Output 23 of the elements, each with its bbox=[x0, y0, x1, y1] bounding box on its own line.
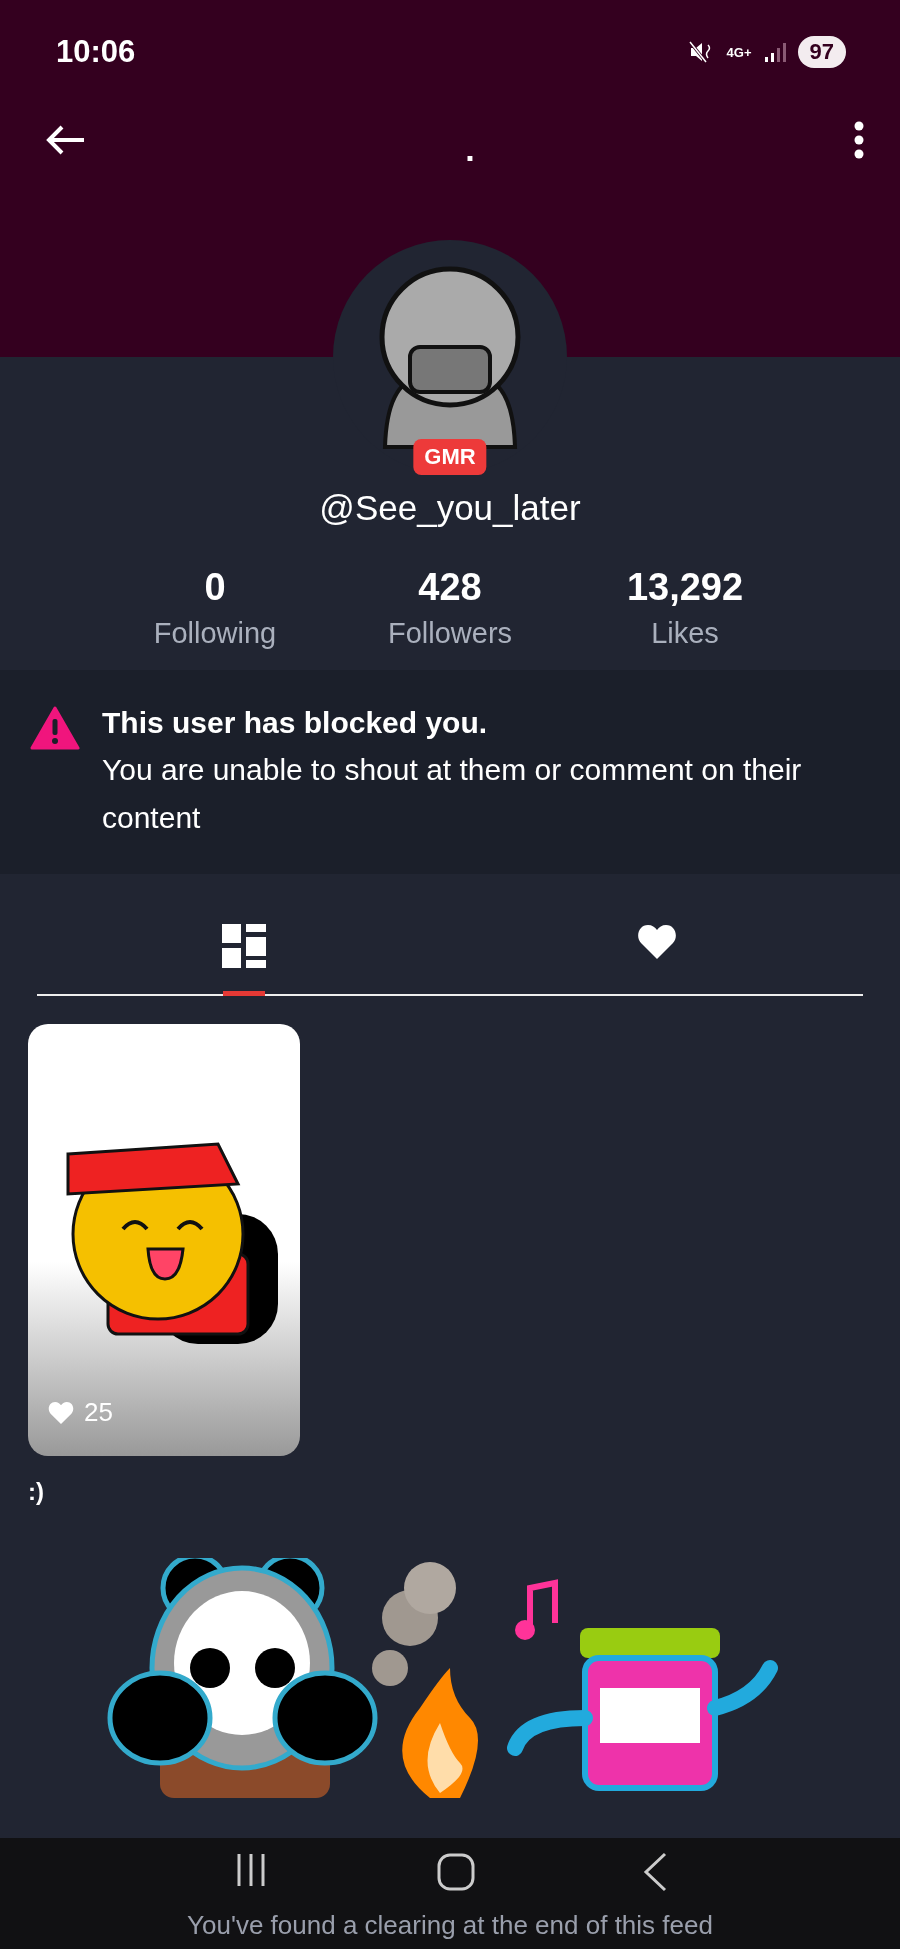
notice-message: You are unable to shout at them or comment on their content bbox=[102, 752, 802, 836]
post-caption: :) bbox=[28, 1478, 45, 1506]
feed-end-message: You've found a clearing at the end of this feed bbox=[187, 1910, 713, 1941]
back-arrow-icon[interactable] bbox=[46, 123, 86, 156]
back-icon[interactable] bbox=[642, 1852, 667, 1892]
more-options-icon[interactable] bbox=[854, 120, 864, 159]
network-label: 4G+ bbox=[726, 44, 752, 60]
stat-item[interactable]: 13,292 Likes bbox=[597, 566, 773, 650]
status-time: 10:06 bbox=[56, 34, 136, 70]
home-icon[interactable] bbox=[436, 1852, 476, 1892]
header-title: . bbox=[465, 130, 475, 169]
stat-item[interactable]: 428 Followers bbox=[362, 566, 538, 650]
signal-icon bbox=[763, 41, 786, 63]
battery-indicator: 97 bbox=[797, 36, 846, 68]
stat-item[interactable]: 0 Following bbox=[127, 566, 303, 650]
heart-icon bbox=[48, 1400, 74, 1425]
grid-icon bbox=[221, 924, 266, 968]
username: @See_you_later bbox=[319, 488, 581, 528]
notice-title: This user has blocked you. bbox=[102, 706, 489, 740]
gamer-badge: GMR bbox=[413, 439, 487, 475]
warning-icon bbox=[30, 706, 80, 750]
like-count: 25 bbox=[84, 1397, 113, 1428]
heart-icon bbox=[636, 924, 677, 960]
